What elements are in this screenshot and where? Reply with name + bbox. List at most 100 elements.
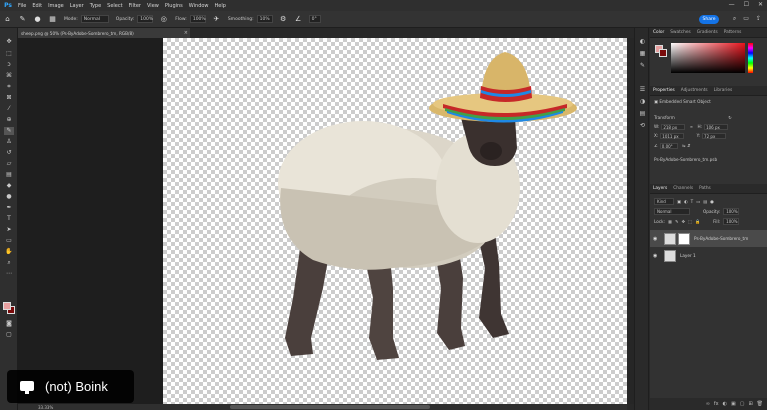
menu-layer[interactable]: Layer	[67, 3, 87, 9]
layer-name[interactable]: Ps-ByAdobe-Sombrero_tm	[694, 236, 748, 241]
menu-select[interactable]: Select	[104, 3, 125, 9]
filter-toggle-icon[interactable]: ●	[710, 199, 714, 204]
brush-tool-icon[interactable]: ✎	[4, 127, 14, 135]
tab-gradients[interactable]: Gradients	[694, 30, 721, 35]
angle-field[interactable]: 0°	[308, 15, 321, 23]
brush-tool-icon[interactable]: ✎	[18, 15, 27, 24]
tab-paths[interactable]: Paths	[696, 186, 714, 191]
minimize-button[interactable]: —	[729, 1, 735, 8]
reset-transform-icon[interactable]: ↻	[728, 115, 732, 120]
type-tool-icon[interactable]: T	[4, 215, 14, 223]
x-field[interactable]: 1011 px	[660, 133, 685, 139]
smoothing-field[interactable]: 10%	[256, 15, 273, 23]
rectangle-tool-icon[interactable]: ▭	[4, 237, 14, 245]
home-icon[interactable]: ⌂	[3, 15, 12, 24]
tab-channels[interactable]: Channels	[670, 186, 696, 191]
lock-position-icon[interactable]: ✥	[681, 219, 685, 224]
share-icon[interactable]: ⇪	[756, 15, 761, 23]
clone-stamp-tool-icon[interactable]: ♙	[4, 138, 14, 146]
layer-name[interactable]: Layer 1	[680, 253, 696, 258]
close-tab-icon[interactable]: ×	[184, 30, 188, 36]
menu-window[interactable]: Window	[186, 3, 212, 9]
eraser-tool-icon[interactable]: ▱	[4, 160, 14, 168]
flip-horizontal-icon[interactable]: ⇋	[682, 143, 686, 148]
filter-smart-object-icon[interactable]: ▤	[703, 199, 707, 204]
y-field[interactable]: 72 px	[702, 133, 727, 139]
flip-vertical-icon[interactable]: ⇵	[687, 143, 691, 148]
add-mask-icon[interactable]: ◐	[723, 401, 727, 407]
document-tab[interactable]: sheep.png @ 50% (Ps-ByAdobe-Sombrero_tm,…	[18, 28, 190, 38]
brush-settings-icon[interactable]: ▦	[48, 15, 57, 24]
more-tools-icon[interactable]: ⋯	[4, 270, 14, 278]
tab-patterns[interactable]: Patterns	[721, 30, 745, 35]
new-group-icon[interactable]: ▢	[740, 401, 745, 407]
foreground-color-swatch[interactable]	[3, 302, 11, 310]
frame-tool-icon[interactable]: ⊠	[4, 94, 14, 102]
menu-filter[interactable]: Filter	[126, 3, 144, 9]
brush-preset-icon[interactable]: ●	[33, 15, 42, 24]
hue-slider[interactable]	[748, 43, 753, 73]
tab-libraries[interactable]: Libraries	[711, 88, 736, 93]
layer-mask-thumbnail[interactable]	[678, 232, 690, 245]
filter-pixel-icon[interactable]: ▣	[677, 199, 681, 204]
tab-swatches[interactable]: Swatches	[667, 30, 694, 35]
hand-tool-icon[interactable]: ✋	[4, 248, 14, 256]
tab-adjustments[interactable]: Adjustments	[678, 88, 711, 93]
lasso-tool-icon[interactable]: ↄ	[4, 61, 14, 69]
width-field[interactable]: 218 px	[661, 124, 686, 130]
opacity-field[interactable]: 100%	[137, 15, 154, 23]
move-tool-icon[interactable]: ✥	[4, 38, 14, 46]
search-icon[interactable]: ⌕	[733, 15, 736, 23]
layer-filter-kind[interactable]: Kind	[654, 198, 674, 205]
layer-row-layer-1[interactable]: ◉ Layer 1	[650, 247, 767, 264]
brush-panel-icon[interactable]: ✎	[638, 62, 647, 70]
document-canvas[interactable]	[163, 38, 627, 404]
quick-mask-icon[interactable]: ◙	[4, 320, 14, 328]
close-button[interactable]: ✕	[758, 1, 763, 8]
color-picker-field[interactable]	[671, 43, 745, 73]
lock-pixels-icon[interactable]: ✎	[675, 219, 679, 224]
smoothing-settings-icon[interactable]: ⚙	[279, 15, 288, 24]
canvas-area[interactable]	[18, 38, 627, 404]
libraries-panel-icon[interactable]: ▤	[638, 110, 647, 118]
filter-type-icon[interactable]: T	[691, 199, 694, 204]
color-panel-background-swatch[interactable]	[659, 49, 667, 57]
maximize-button[interactable]: ☐	[744, 1, 749, 8]
object-selection-tool-icon[interactable]: ⌘	[4, 72, 14, 80]
blur-tool-icon[interactable]: ◆	[4, 182, 14, 190]
filter-shape-icon[interactable]: ▭	[696, 199, 700, 204]
new-layer-icon[interactable]: ⊞	[748, 401, 752, 407]
menu-plugins[interactable]: Plugins	[162, 3, 186, 9]
layer-style-icon[interactable]: fx	[714, 401, 719, 407]
screen-mode-icon[interactable]: ▢	[4, 331, 14, 339]
airbrush-icon[interactable]: ✈	[212, 15, 221, 24]
pen-tool-icon[interactable]: ✒	[4, 204, 14, 212]
delete-layer-icon[interactable]: 🗑	[757, 401, 763, 407]
dodge-tool-icon[interactable]: ●	[4, 193, 14, 201]
flow-field[interactable]: 100%	[189, 15, 206, 23]
lock-all-icon[interactable]: 🔒	[695, 219, 700, 225]
filter-adjustment-icon[interactable]: ◐	[684, 199, 688, 204]
fill-field[interactable]: 100%	[723, 218, 740, 225]
history-brush-tool-icon[interactable]: ↺	[4, 149, 14, 157]
menu-view[interactable]: View	[144, 3, 162, 9]
mode-select[interactable]: Normal	[80, 15, 109, 23]
menu-type[interactable]: Type	[87, 3, 104, 9]
link-icon[interactable]: ∞	[690, 124, 694, 129]
gradient-tool-icon[interactable]: ▤	[4, 171, 14, 179]
vertical-scrollbar[interactable]	[627, 38, 634, 404]
eyedropper-tool-icon[interactable]: ⁄	[4, 105, 14, 113]
photoshop-logo-icon[interactable]: Ps	[1, 1, 15, 11]
angle-field[interactable]: 0.00°	[659, 143, 678, 149]
visibility-eye-icon[interactable]: ◉	[653, 236, 661, 242]
adjustment-layer-icon[interactable]: ▣	[731, 401, 736, 407]
height-field[interactable]: 106 px	[704, 124, 729, 130]
healing-brush-tool-icon[interactable]: ⊕	[4, 116, 14, 124]
menu-file[interactable]: File	[15, 3, 29, 9]
tab-layers[interactable]: Layers	[650, 186, 670, 191]
marquee-tool-icon[interactable]: ⬚	[4, 50, 14, 58]
menu-edit[interactable]: Edit	[29, 3, 45, 9]
swatches-panel-icon[interactable]: ▦	[638, 50, 647, 58]
layer-row-sombrero[interactable]: ◉ Ps-ByAdobe-Sombrero_tm	[650, 230, 767, 247]
link-layers-icon[interactable]: ∞	[706, 401, 710, 407]
